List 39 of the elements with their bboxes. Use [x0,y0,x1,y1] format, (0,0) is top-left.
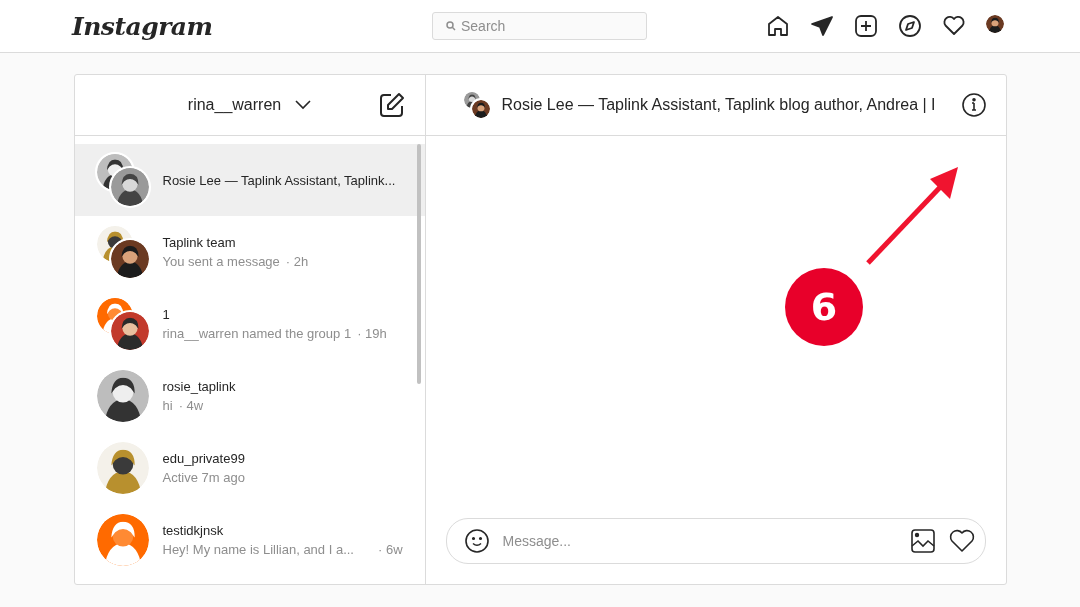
message-preview: Active 7m ago [162,470,245,485]
add-post-icon[interactable] [854,14,878,38]
instagram-logo[interactable]: Instagram [72,11,432,41]
chevron-down-icon [295,100,312,110]
message-time: · 6w [378,542,403,557]
scrollbar[interactable] [416,144,421,384]
message-time: · 4w [178,398,204,413]
heart-icon[interactable] [948,529,975,553]
message-time: · 19h [357,326,387,341]
conversation-item[interactable]: rosie_taplink hi · 4w [74,360,425,432]
conversation-name: edu_private99 [162,451,245,466]
message-preview: rina__warren named the group 1 [162,326,352,341]
message-field[interactable]: Message... [445,518,986,564]
message-preview: hi [162,398,173,413]
search-icon [446,21,456,31]
conversation-item[interactable]: testidkjnsk Hey! My name is Lillian, and I a... · 6w [74,504,425,576]
conversation-name: 1 [162,307,171,322]
compass-icon[interactable] [898,14,922,38]
message-time: · 2h [285,254,309,269]
conversation-name: Rosie Lee — Taplink Assistant, Taplink... [162,172,396,188]
emoji-icon[interactable] [464,529,489,553]
heart-icon[interactable] [942,14,966,38]
conversation-name: testidkjnsk [162,523,225,538]
home-icon[interactable] [766,14,790,38]
conversation-item[interactable]: edu_private99 Active 7m ago [74,432,425,504]
conversation-name: Taplink team [162,235,237,250]
new-message-icon[interactable] [378,92,405,118]
image-icon[interactable] [910,529,935,553]
message-preview: You sent a message [162,254,280,269]
conversation-item[interactable]: Taplink team You sent a message · 2h [74,216,425,288]
search-field[interactable]: Search [432,12,647,40]
account-switcher[interactable]: rina__warren [187,96,312,114]
message-preview: Hey! My name is Lillian, and I a... [162,542,354,557]
conversation-item[interactable]: 1 rina__warren named the group 1 · 19h [74,288,425,360]
conversation-item[interactable]: Rosie Lee — Taplink Assistant, Taplink... [74,144,425,216]
send-icon[interactable] [810,14,834,38]
conversation-name: rosie_taplink [162,379,236,394]
info-icon[interactable] [961,93,986,117]
conversation-title: Rosie Lee — Taplink Assistant, Taplink blog author, Andrea | I [501,96,937,114]
